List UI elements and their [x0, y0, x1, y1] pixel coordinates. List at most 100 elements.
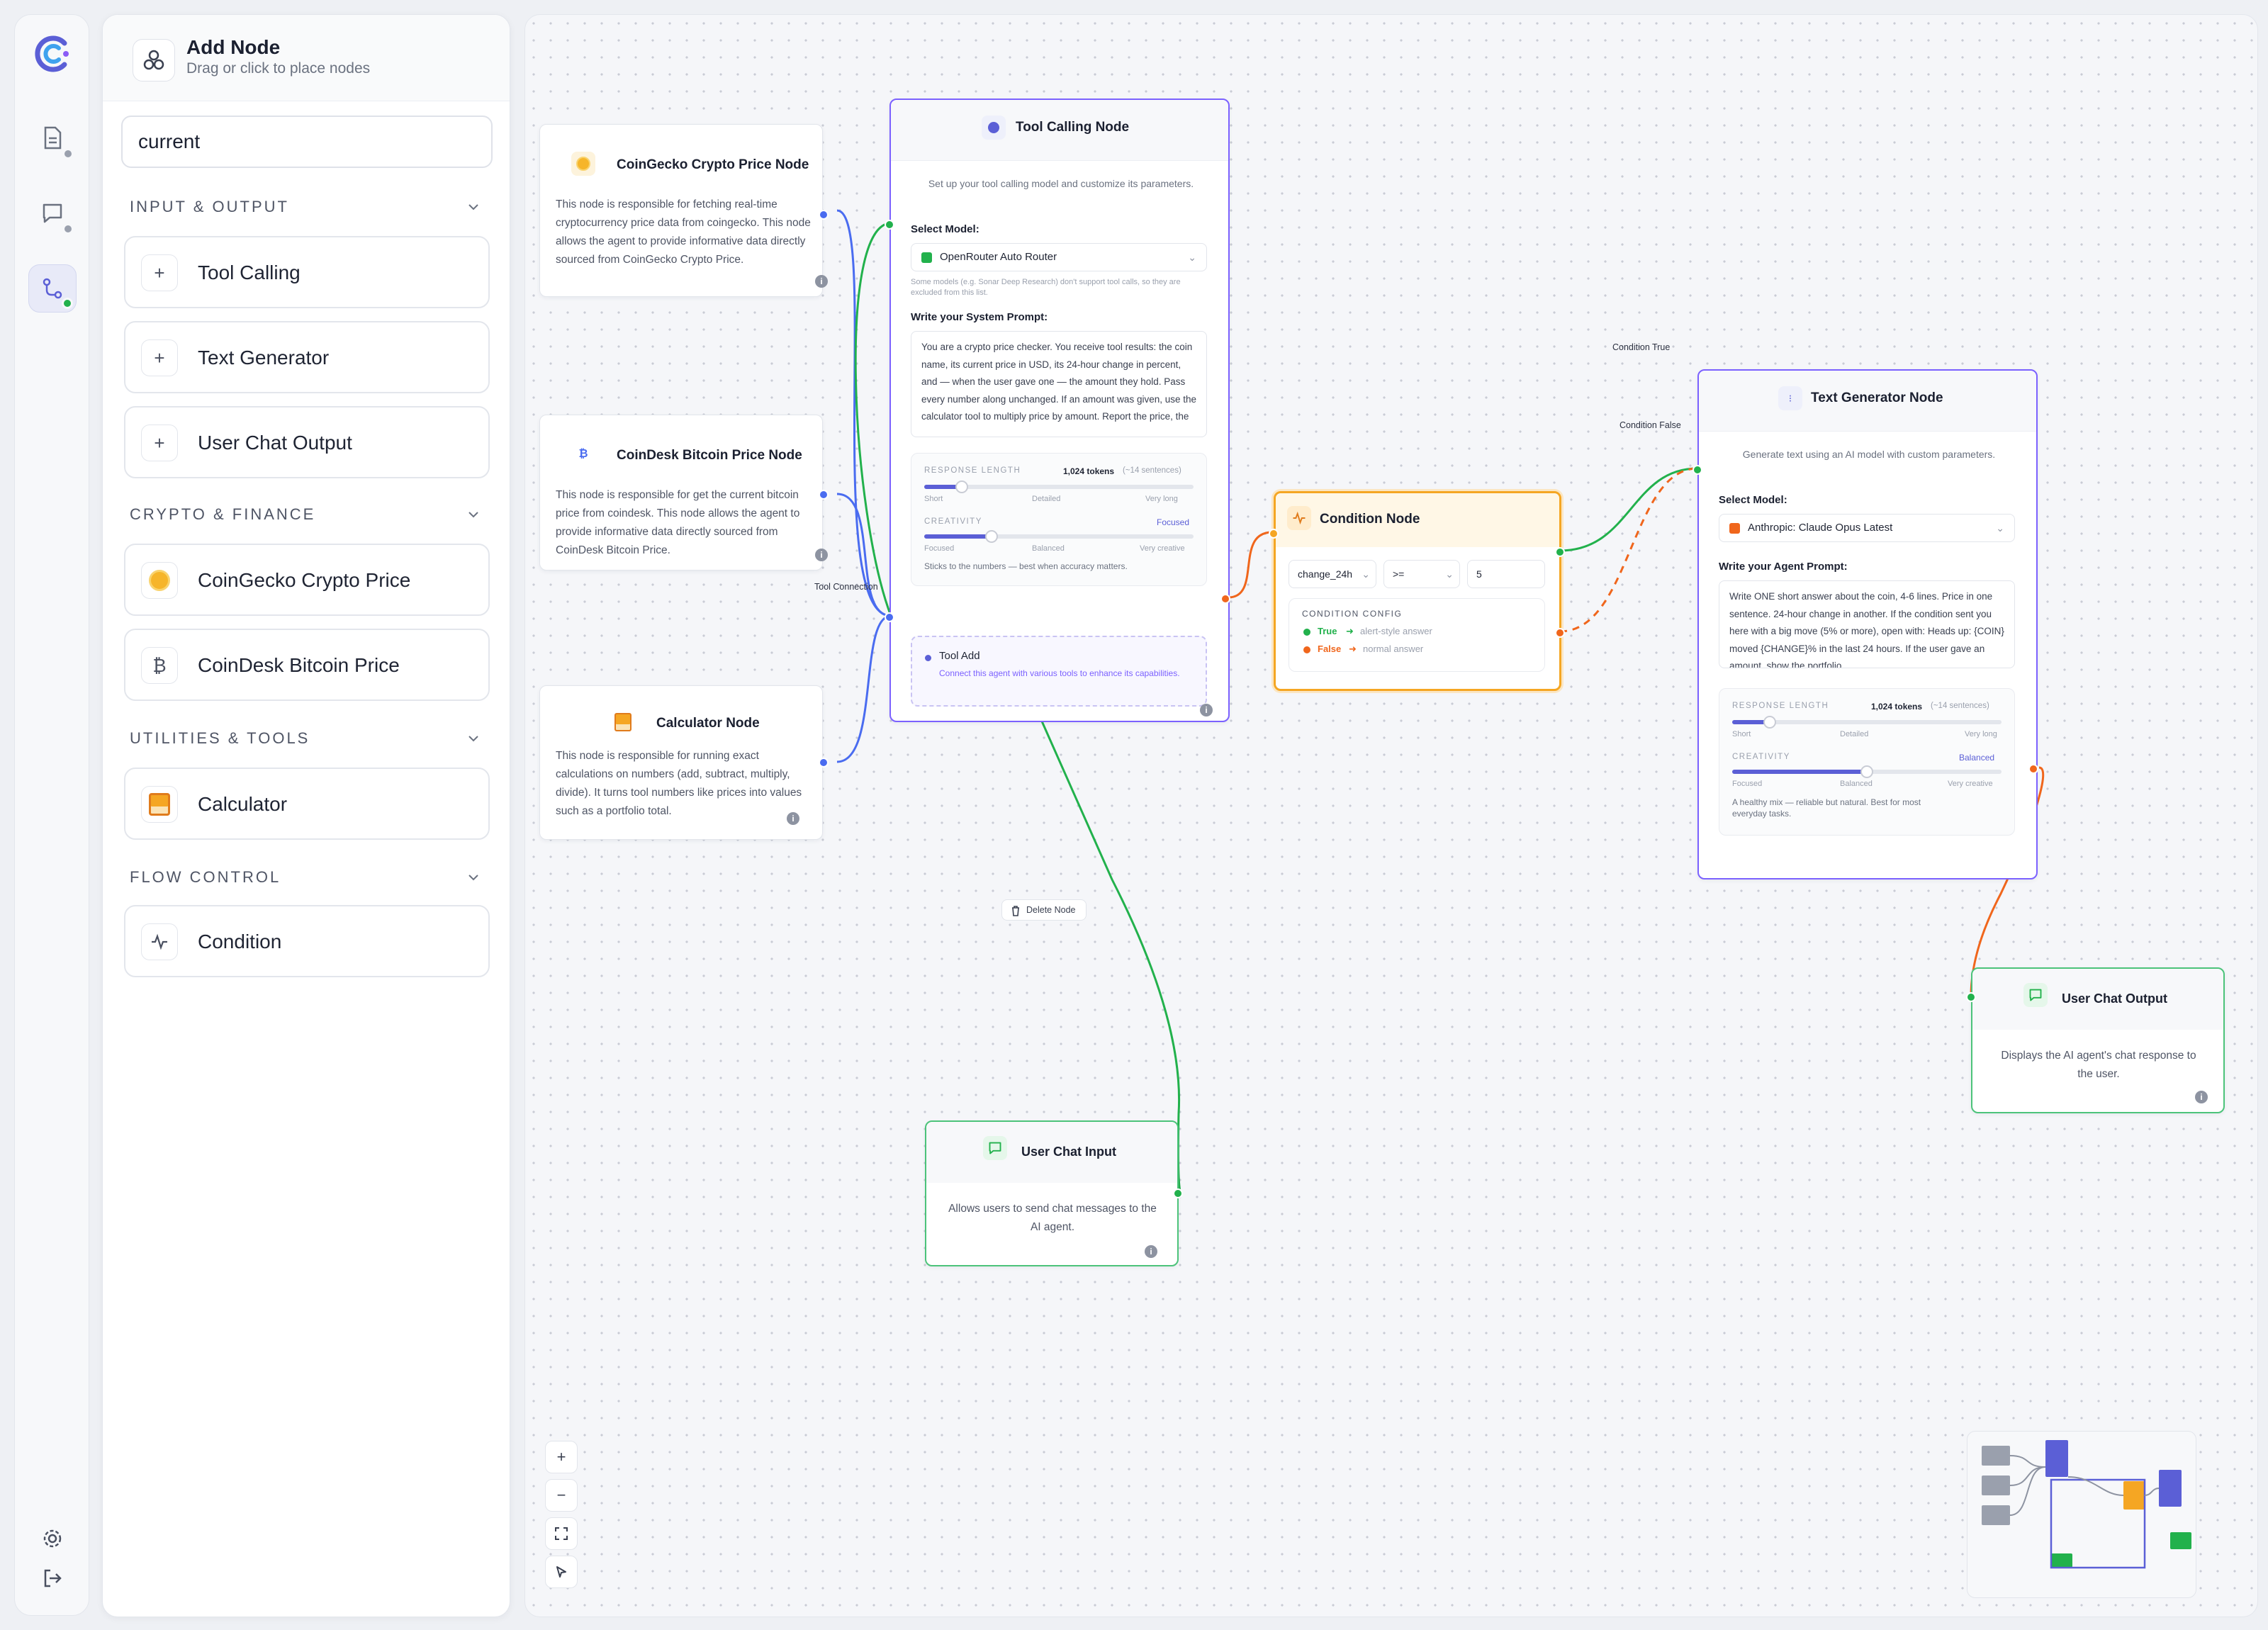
plus-icon: +: [141, 425, 178, 461]
model-select[interactable]: Anthropic: Claude Opus Latest ⌄: [1719, 514, 2015, 542]
tool-add-description: Connect this agent with various tools to…: [939, 668, 1180, 678]
node-item-condition[interactable]: Condition: [124, 905, 490, 977]
lock-button[interactable]: [545, 1556, 578, 1588]
condition-value: 5: [1476, 568, 1482, 580]
connection-handle[interactable]: [1692, 465, 1702, 475]
response-length-hint: (~14 sentences): [1123, 466, 1181, 475]
section-flow-control[interactable]: FLOW CONTROL: [130, 868, 484, 896]
connection-handle[interactable]: [1269, 529, 1279, 539]
condition-value-input[interactable]: 5: [1467, 560, 1545, 588]
condition-node[interactable]: Condition Node change_24h ⌄ >= ⌄ 5 CONDI…: [1269, 491, 1565, 691]
connection-handle[interactable]: [1173, 1188, 1183, 1198]
rail-logout-button[interactable]: [28, 1554, 77, 1602]
zoom-in-button[interactable]: +: [545, 1441, 578, 1473]
tool-add-zone[interactable]: Tool Add Connect this agent with various…: [911, 636, 1207, 707]
connection-handle[interactable]: [1966, 992, 1976, 1002]
section-title: CRYPTO & FINANCE: [130, 505, 316, 523]
connection-handle[interactable]: [885, 220, 894, 230]
connection-handle[interactable]: [819, 210, 829, 220]
condition-field-select[interactable]: change_24h ⌄: [1289, 560, 1376, 588]
info-icon[interactable]: i: [815, 549, 828, 561]
false-handle[interactable]: [1555, 628, 1565, 638]
trash-icon: [1012, 906, 1019, 916]
tick-label: Detailed: [1840, 730, 1869, 738]
section-title: INPUT & OUTPUT: [130, 198, 289, 215]
edge-label-condition-true: Condition True: [1612, 342, 1671, 352]
coingecko-node[interactable]: CoinGecko Crypto Price Node This node is…: [539, 124, 829, 297]
node-item-calculator[interactable]: Calculator: [124, 768, 490, 840]
creativity-slider[interactable]: [1732, 765, 2002, 778]
connection-handle[interactable]: [2028, 764, 2038, 774]
info-icon[interactable]: i: [2195, 1091, 2208, 1103]
node-item-user-chat-output[interactable]: + User Chat Output: [124, 406, 490, 478]
response-length-hint: (~14 sentences): [1931, 702, 1989, 710]
agent-prompt-textarea[interactable]: Write ONE short answer about the coin, 4…: [1719, 580, 2015, 668]
section-crypto-finance[interactable]: CRYPTO & FINANCE: [130, 505, 484, 534]
node-title: User Chat Input: [1021, 1145, 1117, 1159]
bitcoin-icon: ₿: [578, 448, 588, 460]
system-prompt-textarea[interactable]: You are a crypto price checker. You rece…: [911, 331, 1207, 437]
app-logo[interactable]: [28, 29, 77, 79]
user-chat-input-node[interactable]: User Chat Input Allows users to send cha…: [925, 1120, 1183, 1266]
chevron-down-icon: [468, 204, 478, 210]
bullet-icon: [925, 655, 931, 661]
delete-node-button[interactable]: Delete Node: [1001, 899, 1087, 921]
condition-operator-select[interactable]: >= ⌄: [1383, 560, 1460, 588]
model-settings: RESPONSE LENGTH 1,024 tokens (~14 senten…: [1719, 688, 2015, 836]
node-item-tool-calling[interactable]: + Tool Calling: [124, 236, 490, 308]
info-icon[interactable]: i: [787, 812, 799, 825]
text-generator-node[interactable]: ⁝ Text Generator Node Generate text usin…: [1692, 369, 2038, 879]
user-chat-output-node[interactable]: User Chat Output Displays the AI agent's…: [1966, 967, 2225, 1113]
node-item-coingecko[interactable]: CoinGecko Crypto Price: [124, 544, 490, 616]
model-select[interactable]: OpenRouter Auto Router ⌄: [911, 243, 1207, 271]
bitcoin-icon: ₿: [141, 647, 178, 684]
node-description: This node is responsible for get the cur…: [556, 489, 800, 556]
info-icon[interactable]: i: [1145, 1245, 1157, 1258]
info-icon[interactable]: i: [1200, 704, 1213, 716]
condition-operator-value: >=: [1393, 568, 1405, 580]
true-handle[interactable]: [1555, 547, 1565, 557]
node-item-text-generator[interactable]: + Text Generator: [124, 321, 490, 393]
tick-label: Short: [924, 495, 943, 503]
arrow-right-icon: ➜: [1349, 643, 1357, 654]
chevron-down-icon: ⌄: [1362, 568, 1370, 580]
fit-view-button[interactable]: [545, 1517, 578, 1550]
false-label: False: [1318, 643, 1342, 654]
rail-documents-button[interactable]: [28, 114, 77, 162]
response-length-slider[interactable]: [924, 480, 1194, 493]
connection-handle[interactable]: [819, 758, 829, 768]
edge-coingecko-tool: [836, 209, 892, 617]
node-title: Condition Node: [1320, 512, 1420, 527]
section-input-output[interactable]: INPUT & OUTPUT: [130, 198, 484, 226]
tool-connection-handle[interactable]: [885, 612, 894, 622]
edge-label-tool-connection: Tool Connection: [814, 582, 878, 592]
tool-calling-node[interactable]: Tool Calling Node Set up your tool calli…: [885, 99, 1230, 722]
model-settings: RESPONSE LENGTH 1,024 tokens (~14 senten…: [911, 453, 1207, 586]
connection-handle[interactable]: [819, 490, 829, 500]
rail-workflow-button[interactable]: [28, 264, 77, 313]
minus-icon: −: [556, 1486, 566, 1504]
workflow-canvas[interactable]: CoinGecko Crypto Price Node This node is…: [524, 14, 2258, 1617]
coindesk-node[interactable]: ₿ CoinDesk Bitcoin Price Node This node …: [539, 415, 829, 570]
zoom-out-button[interactable]: −: [545, 1479, 578, 1512]
response-length-label: RESPONSE LENGTH: [924, 466, 1021, 475]
search-input[interactable]: current: [121, 116, 493, 168]
creativity-slider[interactable]: [924, 530, 1194, 543]
response-length-slider[interactable]: [1732, 716, 2002, 729]
node-item-coindesk[interactable]: ₿ CoinDesk Bitcoin Price: [124, 629, 490, 701]
calculator-icon: [611, 710, 635, 734]
model-select-value: Anthropic: Claude Opus Latest: [1748, 522, 1893, 534]
info-icon[interactable]: i: [815, 275, 828, 288]
chevron-down-icon: [468, 736, 478, 742]
node-title: Tool Calling Node: [1016, 120, 1130, 135]
chevron-down-icon: ⌄: [1188, 252, 1196, 263]
section-utilities-tools[interactable]: UTILITIES & TOOLS: [130, 729, 484, 758]
select-model-label: Select Model:: [911, 223, 979, 235]
minimap[interactable]: [1967, 1431, 2196, 1598]
true-description: alert-style answer: [1360, 626, 1432, 636]
calculator-node[interactable]: Calculator Node This node is responsible…: [539, 685, 829, 840]
connection-handle[interactable]: [1220, 594, 1230, 604]
edge-label-condition-false: Condition False: [1619, 420, 1681, 430]
rail-chat-button[interactable]: [28, 189, 77, 237]
node-item-label: Tool Calling: [198, 262, 301, 283]
